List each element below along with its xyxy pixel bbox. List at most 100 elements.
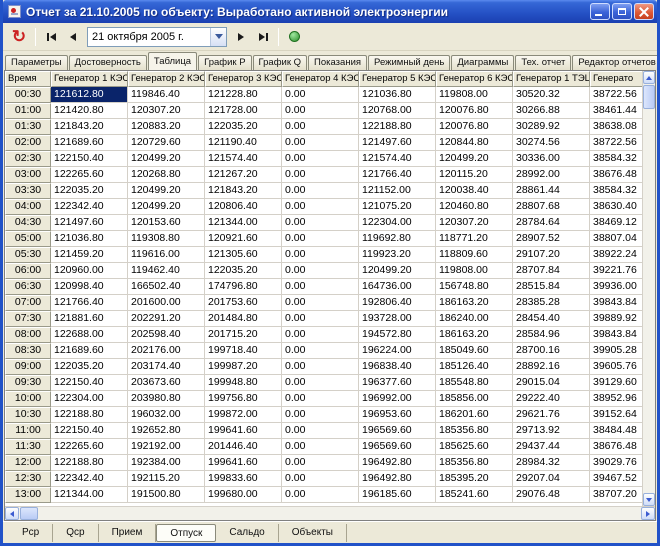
tab-Таблица[interactable]: Таблица xyxy=(147,52,198,70)
data-cell[interactable]: 203980.80 xyxy=(128,391,205,407)
time-cell[interactable]: 01:00 xyxy=(5,103,51,119)
data-cell[interactable]: 122188.80 xyxy=(51,407,128,423)
data-cell[interactable]: 30336.00 xyxy=(513,151,590,167)
bottom-tab-Прием[interactable]: Прием xyxy=(99,523,157,542)
data-cell[interactable]: 0.00 xyxy=(282,343,359,359)
data-cell[interactable]: 199833.60 xyxy=(205,471,282,487)
data-cell[interactable]: 185395.20 xyxy=(436,471,513,487)
data-cell[interactable]: 0.00 xyxy=(282,375,359,391)
time-cell[interactable]: 11:30 xyxy=(5,439,51,455)
data-cell[interactable]: 0.00 xyxy=(282,391,359,407)
time-cell[interactable]: 01:30 xyxy=(5,119,51,135)
header-cell[interactable]: Генерато xyxy=(590,71,642,87)
time-cell[interactable]: 08:00 xyxy=(5,327,51,343)
data-cell[interactable]: 30520.32 xyxy=(513,87,590,103)
data-cell[interactable]: 0.00 xyxy=(282,199,359,215)
data-cell[interactable]: 192652.80 xyxy=(128,423,205,439)
data-cell[interactable]: 38584.32 xyxy=(590,183,642,199)
data-cell[interactable]: 28907.52 xyxy=(513,231,590,247)
data-cell[interactable]: 121881.60 xyxy=(51,311,128,327)
data-cell[interactable]: 120998.40 xyxy=(51,279,128,295)
tab-Достоверность[interactable]: Достоверность xyxy=(68,55,147,70)
data-cell[interactable]: 28515.84 xyxy=(513,279,590,295)
data-cell[interactable]: 121036.80 xyxy=(51,231,128,247)
data-cell[interactable]: 0.00 xyxy=(282,423,359,439)
data-cell[interactable]: 121843.20 xyxy=(51,119,128,135)
data-cell[interactable]: 0.00 xyxy=(282,295,359,311)
time-cell[interactable]: 07:00 xyxy=(5,295,51,311)
tab-Тех. отчет[interactable]: Тех. отчет xyxy=(515,55,572,70)
data-cell[interactable]: 196492.80 xyxy=(359,455,436,471)
horizontal-scroll-thumb[interactable] xyxy=(20,507,38,520)
data-cell[interactable]: 119462.40 xyxy=(128,263,205,279)
data-cell[interactable]: 185126.40 xyxy=(436,359,513,375)
time-cell[interactable]: 10:00 xyxy=(5,391,51,407)
data-cell[interactable]: 120038.40 xyxy=(436,183,513,199)
data-cell[interactable]: 38722.56 xyxy=(590,87,642,103)
data-cell[interactable]: 201484.80 xyxy=(205,311,282,327)
data-cell[interactable]: 28784.64 xyxy=(513,215,590,231)
data-cell[interactable]: 29621.76 xyxy=(513,407,590,423)
data-cell[interactable]: 156748.80 xyxy=(436,279,513,295)
data-cell[interactable]: 30289.92 xyxy=(513,119,590,135)
bottom-tab-Сальдо[interactable]: Сальдо xyxy=(216,523,279,542)
time-cell[interactable]: 06:00 xyxy=(5,263,51,279)
data-cell[interactable]: 185356.80 xyxy=(436,455,513,471)
data-cell[interactable]: 119808.00 xyxy=(436,87,513,103)
data-cell[interactable]: 122342.40 xyxy=(51,199,128,215)
data-cell[interactable]: 0.00 xyxy=(282,439,359,455)
data-cell[interactable]: 38584.32 xyxy=(590,151,642,167)
data-cell[interactable]: 121497.60 xyxy=(51,215,128,231)
data-cell[interactable]: 0.00 xyxy=(282,327,359,343)
time-cell[interactable]: 04:00 xyxy=(5,199,51,215)
time-cell[interactable]: 00:30 xyxy=(5,87,51,103)
data-cell[interactable]: 121267.20 xyxy=(205,167,282,183)
data-cell[interactable]: 29437.44 xyxy=(513,439,590,455)
data-cell[interactable]: 38722.56 xyxy=(590,135,642,151)
time-cell[interactable]: 03:30 xyxy=(5,183,51,199)
time-cell[interactable]: 11:00 xyxy=(5,423,51,439)
bottom-tab-Qср[interactable]: Qср xyxy=(53,523,99,542)
data-cell[interactable]: 122035.20 xyxy=(205,119,282,135)
data-cell[interactable]: 120806.40 xyxy=(205,199,282,215)
data-cell[interactable]: 119808.00 xyxy=(436,263,513,279)
data-cell[interactable]: 118771.20 xyxy=(436,231,513,247)
data-cell[interactable]: 0.00 xyxy=(282,487,359,503)
data-cell[interactable]: 199641.60 xyxy=(205,423,282,439)
data-cell[interactable]: 38484.48 xyxy=(590,423,642,439)
data-cell[interactable]: 196185.60 xyxy=(359,487,436,503)
data-cell[interactable]: 122688.00 xyxy=(51,327,128,343)
data-cell[interactable]: 120499.20 xyxy=(128,199,205,215)
data-cell[interactable]: 121036.80 xyxy=(359,87,436,103)
data-cell[interactable]: 120499.20 xyxy=(128,183,205,199)
data-cell[interactable]: 185856.00 xyxy=(436,391,513,407)
scroll-down-button[interactable] xyxy=(643,493,655,506)
data-cell[interactable]: 121305.60 xyxy=(205,247,282,263)
data-cell[interactable]: 121190.40 xyxy=(205,135,282,151)
time-cell[interactable]: 02:00 xyxy=(5,135,51,151)
data-cell[interactable]: 192115.20 xyxy=(128,471,205,487)
time-cell[interactable]: 03:00 xyxy=(5,167,51,183)
data-cell[interactable]: 122304.00 xyxy=(51,391,128,407)
data-cell[interactable]: 0.00 xyxy=(282,151,359,167)
data-cell[interactable]: 0.00 xyxy=(282,135,359,151)
data-cell[interactable]: 203673.60 xyxy=(128,375,205,391)
data-cell[interactable]: 185049.60 xyxy=(436,343,513,359)
data-cell[interactable]: 120768.00 xyxy=(359,103,436,119)
data-cell[interactable]: 38676.48 xyxy=(590,167,642,183)
close-button[interactable] xyxy=(634,3,654,20)
data-cell[interactable]: 0.00 xyxy=(282,247,359,263)
data-cell[interactable]: 121344.00 xyxy=(51,487,128,503)
data-cell[interactable]: 39029.76 xyxy=(590,455,642,471)
scroll-left-button[interactable] xyxy=(5,507,19,520)
tab-График Q[interactable]: График Q xyxy=(252,55,308,70)
data-cell[interactable]: 30266.88 xyxy=(513,103,590,119)
time-cell[interactable]: 02:30 xyxy=(5,151,51,167)
data-cell[interactable]: 122188.80 xyxy=(51,455,128,471)
data-cell[interactable]: 186240.00 xyxy=(436,311,513,327)
data-cell[interactable]: 28892.16 xyxy=(513,359,590,375)
data-cell[interactable]: 121766.40 xyxy=(359,167,436,183)
refresh-button[interactable]: ↻ xyxy=(7,26,31,48)
data-cell[interactable]: 121689.60 xyxy=(51,343,128,359)
data-cell[interactable]: 194572.80 xyxy=(359,327,436,343)
